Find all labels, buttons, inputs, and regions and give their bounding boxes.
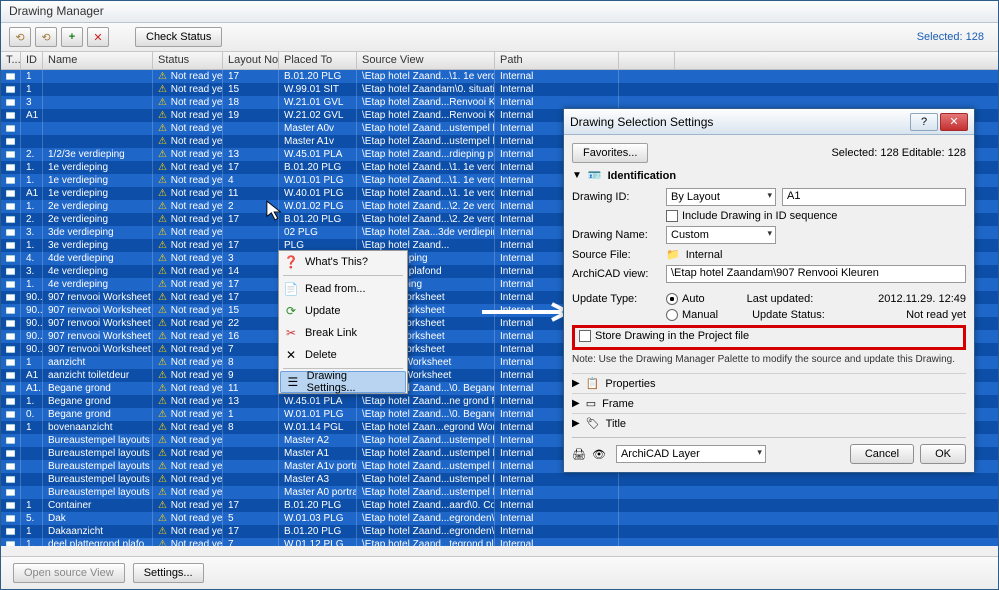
favorites-button[interactable]: Favorites... (572, 143, 648, 163)
selected-count: Selected: 128 (917, 31, 990, 43)
properties-icon: 📋 (586, 377, 600, 390)
chevron-right-icon: ▶ (572, 398, 580, 409)
column-headers: T... ID Name Status Layout No. Placed To… (1, 52, 998, 70)
drawing-id-label: Drawing ID: (572, 191, 660, 203)
chevron-right-icon: ▶ (572, 378, 580, 389)
col-source[interactable]: Source View (357, 52, 495, 69)
archicad-view-label: ArchiCAD view: (572, 268, 660, 280)
delete-icon: ✕ (283, 348, 299, 362)
auto-radio[interactable]: Auto (666, 293, 705, 305)
last-updated-value: 2012.11.29. 12:49 (878, 293, 966, 305)
table-row[interactable]: 5.Dak Not read yet5W.01.03 PLG\Etap hote… (1, 512, 998, 525)
col-name[interactable]: Name (43, 52, 153, 69)
printer-icon: 🖨 (572, 448, 586, 461)
ctx-update[interactable]: ⟳Update (279, 300, 407, 322)
layer-combo[interactable]: ArchiCAD Layer (616, 445, 766, 463)
toolbar: ⟲ ⟲ + ✕ Check Status Selected: 128 (1, 23, 998, 52)
drawing-id-combo[interactable]: By Layout (666, 188, 776, 206)
note-text: Note: Use the Drawing Manager Palette to… (572, 354, 966, 365)
ctx-break-link[interactable]: ✂Break Link (279, 322, 407, 344)
include-in-id-sequence-checkbox[interactable]: Include Drawing in ID sequence (666, 210, 837, 222)
store-drawing-checkbox[interactable]: Store Drawing in the Project file (579, 330, 749, 342)
title-icon: 🏷 (586, 417, 600, 430)
ctx-drawing-settings[interactable]: ☰Drawing Settings... (280, 371, 406, 393)
mouse-cursor-icon (266, 200, 284, 222)
refresh1-button[interactable]: ⟲ (9, 27, 31, 47)
internal-icon: 📁 (666, 248, 680, 261)
dialog-title: Drawing Selection Settings (570, 115, 904, 129)
archicad-view-input[interactable]: \Etap hotel Zaandam\907 Renvooi Kleuren (666, 265, 966, 283)
help-button[interactable]: ? (910, 113, 938, 131)
col-path[interactable]: Path (495, 52, 619, 69)
refresh2-button[interactable]: ⟲ (35, 27, 57, 47)
drawing-selection-settings-dialog: Drawing Selection Settings ? ✕ Favorites… (563, 108, 975, 473)
col-layout[interactable]: Layout No. (223, 52, 279, 69)
context-menu: ❓What's This? 📄Read from... ⟳Update ✂Bre… (278, 250, 408, 394)
add-button[interactable]: + (61, 27, 83, 47)
ctx-read-from[interactable]: 📄Read from... (279, 278, 407, 300)
col-status[interactable]: Status (153, 52, 223, 69)
window-title: Drawing Manager (1, 1, 998, 23)
source-file-label: Source File: (572, 249, 660, 261)
settings-icon: ☰ (285, 375, 301, 389)
table-row[interactable]: 1Dakaanzicht Not read yet17B.01.20 PLG\E… (1, 525, 998, 538)
delete-button[interactable]: ✕ (87, 27, 109, 47)
chevron-right-icon: ▶ (572, 418, 580, 429)
close-button[interactable]: ✕ (940, 113, 968, 131)
manual-radio[interactable]: Manual (666, 309, 718, 321)
last-updated-label: Last updated: (747, 293, 814, 305)
eye-icon: 👁 (592, 448, 606, 461)
table-row[interactable]: Bureaustempel layouts Not read yetMaster… (1, 473, 998, 486)
table-row[interactable]: 1.deel plattegrond plafo... Not read yet… (1, 538, 998, 546)
break-link-icon: ✂ (283, 326, 299, 340)
properties-section[interactable]: ▶📋Properties (572, 373, 966, 393)
open-source-view-button[interactable]: Open source View (13, 563, 125, 583)
ctx-whats-this[interactable]: ❓What's This? (279, 251, 407, 273)
dialog-title-bar: Drawing Selection Settings ? ✕ (564, 109, 974, 135)
id-icon: 🪪 (588, 169, 602, 182)
update-type-label: Update Type: (572, 293, 660, 305)
drawing-name-combo[interactable]: Custom (666, 226, 776, 244)
frame-section[interactable]: ▶▭Frame (572, 393, 966, 413)
drawing-name-label: Drawing Name: (572, 229, 660, 241)
settings-button[interactable]: Settings... (133, 563, 204, 583)
table-row[interactable]: 1Container Not read yet17B.01.20 PLG\Eta… (1, 499, 998, 512)
chevron-down-icon: ▼ (572, 170, 582, 181)
dialog-selected-count: Selected: 128 Editable: 128 (831, 147, 966, 159)
ctx-delete[interactable]: ✕Delete (279, 344, 407, 366)
cancel-button[interactable]: Cancel (850, 444, 914, 464)
footer: Open source View Settings... (1, 556, 998, 589)
help-icon: ❓ (283, 255, 299, 269)
col-id[interactable]: ID (21, 52, 43, 69)
check-status-button[interactable]: Check Status (135, 27, 222, 47)
highlight-annotation: Store Drawing in the Project file (572, 325, 966, 350)
frame-icon: ▭ (586, 397, 596, 410)
table-row[interactable]: 1 Not read yet17B.01.20 PLG\Etap hotel Z… (1, 70, 998, 83)
update-status-label: Update Status: (752, 309, 825, 321)
source-file-value: Internal (686, 249, 723, 261)
update-status-value: Not read yet (906, 309, 966, 321)
identification-header[interactable]: ▼🪪Identification (572, 169, 966, 182)
col-placed[interactable]: Placed To (279, 52, 357, 69)
table-row[interactable]: 1 Not read yet15W.99.01 SIT\Etap hotel Z… (1, 83, 998, 96)
drawing-id-input[interactable]: A1 (782, 188, 966, 206)
ok-button[interactable]: OK (920, 444, 966, 464)
refresh-icon: ⟳ (283, 304, 299, 318)
title-section[interactable]: ▶🏷Title (572, 413, 966, 433)
col-type[interactable]: T... (1, 52, 21, 69)
document-icon: 📄 (283, 282, 299, 296)
table-row[interactable]: Bureaustempel layouts Not read yetMaster… (1, 486, 998, 499)
